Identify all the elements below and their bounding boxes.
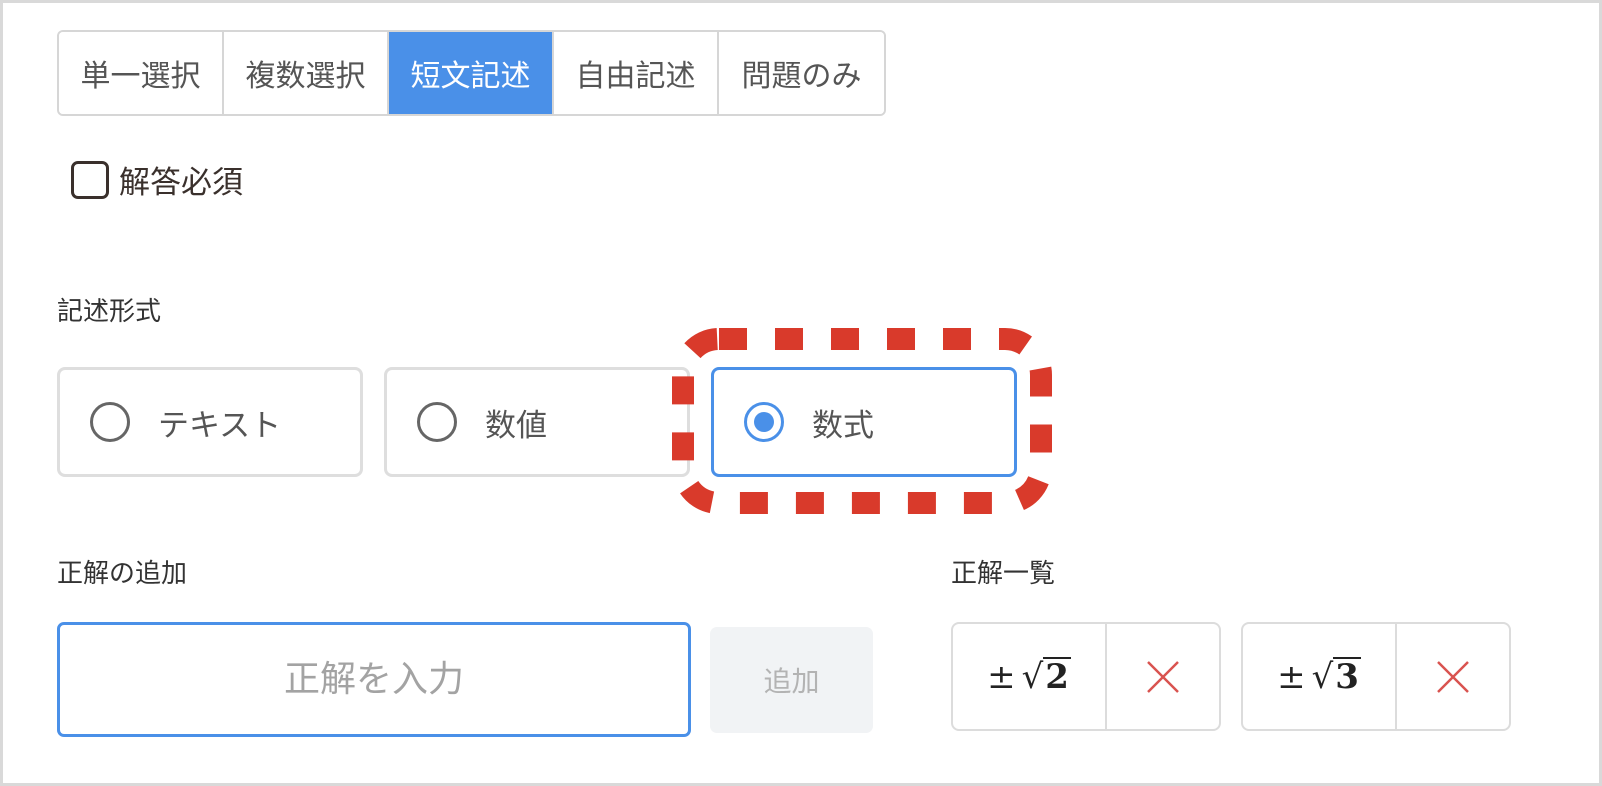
- required-checkbox[interactable]: [71, 160, 109, 199]
- answer-item: ± √ 2: [951, 622, 1221, 731]
- answer-input[interactable]: [57, 622, 691, 737]
- format-heading: 記述形式: [57, 297, 162, 327]
- close-icon: [1437, 660, 1469, 693]
- add-answer-heading: 正解の追加: [57, 559, 188, 589]
- radical-sign: √: [1021, 656, 1044, 697]
- tab-single-choice[interactable]: 単一選択: [59, 32, 224, 114]
- format-option-formula[interactable]: 数式: [711, 367, 1017, 477]
- remove-answer-button[interactable]: [1107, 624, 1219, 729]
- plus-minus-sign: ±: [987, 656, 1016, 697]
- sqrt-expression: √ 3: [1312, 657, 1361, 697]
- format-option-number[interactable]: 数値: [384, 367, 690, 477]
- radio-formula[interactable]: [744, 402, 784, 442]
- radio-number[interactable]: [417, 402, 457, 442]
- tab-multiple-choice[interactable]: 複数選択: [224, 32, 389, 114]
- tab-short-answer[interactable]: 短文記述: [389, 32, 554, 114]
- radicand: 3: [1333, 656, 1361, 697]
- format-option-label: テキスト: [158, 407, 282, 444]
- sqrt-expression: √ 2: [1022, 657, 1071, 697]
- close-icon: [1147, 660, 1179, 693]
- required-label: 解答必須: [119, 165, 243, 201]
- answer-item: ± √ 3: [1241, 622, 1511, 731]
- add-answer-button[interactable]: 追加: [710, 627, 873, 733]
- answer-expression: ± √ 3: [1243, 624, 1397, 729]
- tab-question-only[interactable]: 問題のみ: [719, 32, 884, 114]
- editor-panel: 単一選択 複数選択 短文記述 自由記述 問題のみ 解答必須 記述形式 テキスト …: [0, 0, 1602, 786]
- format-option-label: 数値: [485, 407, 547, 444]
- answer-expression: ± √ 2: [953, 624, 1107, 729]
- answer-list-heading: 正解一覧: [951, 559, 1056, 589]
- required-toggle[interactable]: 解答必須: [71, 157, 243, 202]
- tab-free-text[interactable]: 自由記述: [554, 32, 719, 114]
- radicand: 2: [1043, 656, 1071, 697]
- radio-selected-dot: [754, 412, 774, 432]
- format-option-text[interactable]: テキスト: [57, 367, 363, 477]
- format-option-label: 数式: [812, 407, 874, 444]
- question-type-tabs: 単一選択 複数選択 短文記述 自由記述 問題のみ: [57, 30, 886, 116]
- plus-minus-sign: ±: [1277, 656, 1306, 697]
- remove-answer-button[interactable]: [1397, 624, 1509, 729]
- radio-text[interactable]: [90, 402, 130, 442]
- radical-sign: √: [1311, 656, 1334, 697]
